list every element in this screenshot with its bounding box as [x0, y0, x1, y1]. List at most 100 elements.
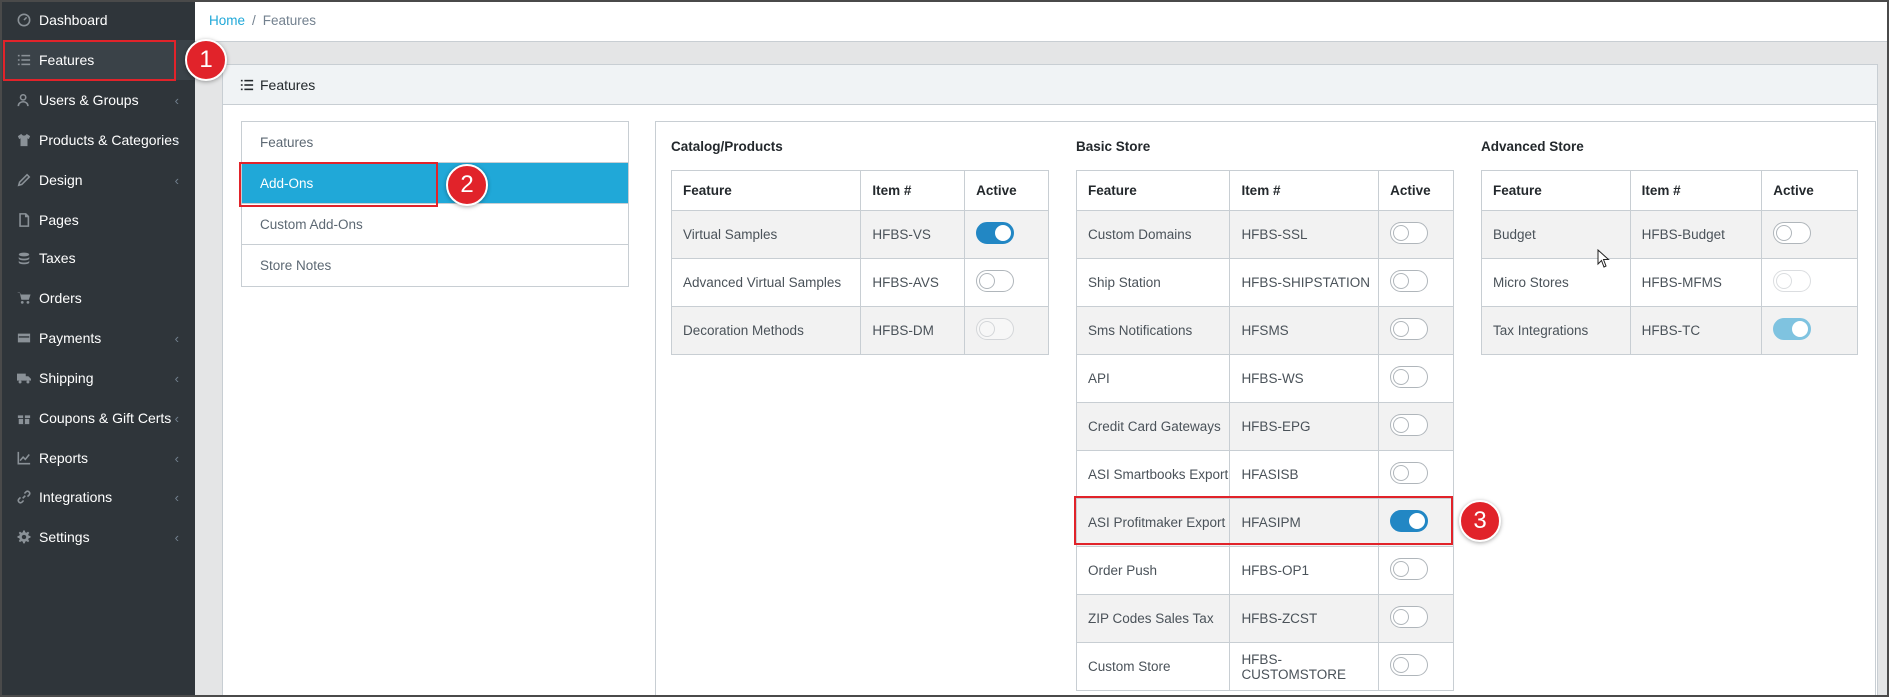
- column-header-active: Active: [964, 170, 1049, 211]
- item-number: HFBS-OP1: [1229, 546, 1380, 595]
- feature-name: Custom Store: [1075, 642, 1231, 691]
- item-number: HFBS-ZCST: [1229, 594, 1380, 643]
- sidebar-item-products-categories[interactable]: Products & Categories ‹: [0, 120, 195, 160]
- active-toggle[interactable]: [1390, 366, 1429, 388]
- active-toggle[interactable]: [976, 222, 1015, 244]
- active-toggle[interactable]: [1390, 606, 1429, 628]
- chevron-left-icon: ‹: [174, 371, 179, 386]
- toggle-knob: [1393, 609, 1410, 625]
- breadcrumb-home-link[interactable]: Home: [209, 13, 245, 28]
- item-number: HFBS-DM: [860, 306, 966, 355]
- sidebar-item-shipping[interactable]: Shipping ‹: [0, 358, 195, 398]
- sidebar-item-reports[interactable]: Reports ‹: [0, 438, 195, 478]
- toggle-knob: [1393, 321, 1410, 337]
- list-item-features[interactable]: Features: [242, 122, 628, 163]
- toggle-knob: [1393, 561, 1410, 577]
- toggle-knob: [979, 321, 996, 337]
- sidebar-item-dashboard[interactable]: Dashboard: [0, 0, 195, 40]
- feature-name: Decoration Methods: [670, 306, 862, 355]
- chevron-left-icon: ‹: [174, 411, 179, 426]
- chevron-left-icon: ‹: [174, 173, 179, 188]
- active-toggle[interactable]: [1773, 318, 1812, 340]
- table-row: Micro Stores HFBS-MFMS: [1481, 258, 1858, 307]
- truck-icon: [16, 370, 32, 386]
- column-header-feature: Feature: [670, 170, 862, 211]
- toggle-knob: [1393, 417, 1410, 433]
- table-row: Tax Integrations HFBS-TC: [1481, 306, 1858, 355]
- active-cell: [1378, 594, 1454, 643]
- item-number: HFBS-SHIPSTATION: [1229, 258, 1380, 307]
- sidebar-item-label: Dashboard: [39, 12, 108, 28]
- sidebar-item-label: Users & Groups: [39, 92, 139, 108]
- active-cell: [1378, 546, 1454, 595]
- feature-name: API: [1075, 354, 1231, 403]
- sidebar-item-pages[interactable]: Pages: [0, 200, 195, 240]
- active-toggle[interactable]: [1390, 414, 1429, 436]
- active-toggle[interactable]: [976, 270, 1015, 292]
- active-toggle[interactable]: [1390, 654, 1429, 676]
- active-toggle[interactable]: [1390, 318, 1429, 340]
- card-title: Features: [260, 76, 316, 93]
- active-toggle[interactable]: [1390, 462, 1429, 484]
- active-cell: [1378, 642, 1454, 691]
- active-cell: [964, 210, 1049, 259]
- active-cell: [1761, 210, 1858, 259]
- table-row: Custom Domains HFBS-SSL: [1075, 210, 1454, 259]
- sidebar-item-users-groups[interactable]: Users & Groups ‹: [0, 80, 195, 120]
- active-toggle[interactable]: [1390, 270, 1429, 292]
- dashboard-icon: [16, 12, 32, 28]
- active-cell: [964, 258, 1049, 307]
- sidebar-item-label: Integrations: [39, 489, 113, 505]
- table-row: Virtual Samples HFBS-VS: [670, 210, 1049, 259]
- active-toggle: [976, 318, 1015, 340]
- feature-name: ASI Smartbooks Export: [1075, 450, 1231, 499]
- item-number: HFBS-MFMS: [1629, 258, 1763, 307]
- toggle-knob: [995, 225, 1012, 241]
- chevron-left-icon: ‹: [174, 451, 179, 466]
- annotation-badge-1: 1: [185, 39, 227, 81]
- column-header-active: Active: [1761, 170, 1858, 211]
- list-item-store-notes[interactable]: Store Notes: [242, 245, 628, 286]
- active-toggle[interactable]: [1773, 222, 1812, 244]
- table-row: Sms Notifications HFSMS: [1075, 306, 1454, 355]
- table-row: Credit Card Gateways HFBS-EPG: [1075, 402, 1454, 451]
- item-number: HFBS-VS: [860, 210, 966, 259]
- item-number: HFSMS: [1229, 306, 1380, 355]
- list-icon: [240, 78, 254, 92]
- sidebar-item-taxes[interactable]: Taxes: [0, 238, 195, 278]
- sidebar-item-settings[interactable]: Settings ‹: [0, 517, 195, 557]
- column-header-item: Item #: [1629, 170, 1763, 211]
- sidebar-item-orders[interactable]: Orders: [0, 278, 195, 318]
- catalog-table: Feature Item # Active Virtual Samples HFB…: [670, 170, 1049, 355]
- sidebar-item-payments[interactable]: Payments ‹: [0, 318, 195, 358]
- active-cell: [1761, 306, 1858, 355]
- coins-icon: [16, 250, 32, 266]
- chevron-left-icon: ‹: [174, 133, 179, 148]
- active-toggle[interactable]: [1390, 222, 1429, 244]
- column-header-active: Active: [1378, 170, 1454, 211]
- toggle-knob: [1393, 657, 1410, 673]
- column-header-item: Item #: [1229, 170, 1380, 211]
- feature-name: Tax Integrations: [1481, 306, 1631, 355]
- active-cell: [964, 306, 1049, 355]
- list-item-custom-add-ons[interactable]: Custom Add-Ons: [242, 204, 628, 245]
- active-toggle: [1773, 270, 1812, 292]
- breadcrumb: Home / Features: [209, 13, 316, 28]
- active-toggle[interactable]: [1390, 558, 1429, 580]
- table-row: Ship Station HFBS-SHIPSTATION: [1075, 258, 1454, 307]
- feature-name: Credit Card Gateways: [1075, 402, 1231, 451]
- sidebar-item-label: Coupons & Gift Certs: [39, 410, 172, 426]
- sidebar-item-design[interactable]: Design ‹: [0, 160, 195, 200]
- feature-name: ZIP Codes Sales Tax: [1075, 594, 1231, 643]
- sidebar-item-integrations[interactable]: Integrations ‹: [0, 477, 195, 517]
- top-bar: Home / Features: [195, 0, 1889, 42]
- column-header-feature: Feature: [1481, 170, 1631, 211]
- table-row: Budget HFBS-Budget: [1481, 210, 1858, 259]
- section-title-advanced: Advanced Store: [1481, 139, 1584, 154]
- item-number: HFBS-CUSTOMSTORE: [1229, 642, 1380, 691]
- active-cell: [1378, 450, 1454, 499]
- feature-name: Advanced Virtual Samples: [670, 258, 862, 307]
- sidebar-item-coupons-gift-certs[interactable]: Coupons & Gift Certs ‹: [0, 398, 195, 438]
- active-cell: [1378, 306, 1454, 355]
- table-row: ZIP Codes Sales Tax HFBS-ZCST: [1075, 594, 1454, 643]
